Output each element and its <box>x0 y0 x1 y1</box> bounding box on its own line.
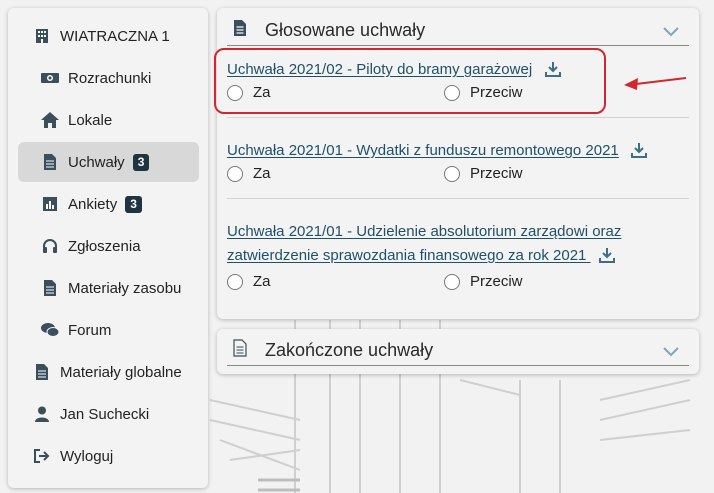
vote-no-radio[interactable] <box>444 273 460 290</box>
resolution-item: Uchwała 2021/01 - Wydatki z funduszu rem… <box>227 139 689 189</box>
divider <box>227 198 689 199</box>
vote-yes-label: Za <box>253 273 271 290</box>
resolution-title-line1: Uchwała 2021/01 - Udzielenie absolutoriu… <box>227 223 622 240</box>
chevron-down-icon[interactable] <box>663 344 679 362</box>
headset-icon <box>40 236 60 256</box>
sidebar-item-label: Forum <box>68 321 112 339</box>
vote-no-radio[interactable] <box>444 165 460 182</box>
download-icon[interactable] <box>631 142 648 163</box>
vote-no-option[interactable]: Przeciw <box>444 273 523 290</box>
resolution-item: Uchwała 2021/02 - Piloty do bramy garażo… <box>227 58 689 108</box>
vote-yes-radio[interactable] <box>227 273 243 290</box>
sidebar-item-zgloszenia[interactable]: Zgłoszenia <box>18 226 199 266</box>
document-icon <box>40 278 60 298</box>
document-icon <box>32 362 52 382</box>
vote-no-label: Przeciw <box>470 84 523 101</box>
chevron-down-icon[interactable] <box>663 24 679 42</box>
bar-chart-icon <box>40 194 60 214</box>
sidebar-item-building[interactable]: WIATRACZNA 1 <box>18 16 199 56</box>
vote-yes-option[interactable]: Za <box>227 273 271 290</box>
voted-resolutions-panel: Głosowane uchwały Uchwała 2021/02 - Pilo… <box>217 8 699 319</box>
annotation-arrow-icon <box>624 77 687 90</box>
vote-yes-label: Za <box>253 165 271 182</box>
sidebar-item-label: Uchwały <box>68 153 125 171</box>
download-icon[interactable] <box>544 61 561 82</box>
vote-no-label: Przeciw <box>470 273 523 290</box>
panel-header[interactable]: Zakończone uchwały <box>227 336 689 366</box>
sidebar: WIATRACZNA 1 Rozrachunki Lokale Uchwały … <box>8 8 208 488</box>
money-icon <box>40 68 60 88</box>
sidebar-item-uchwaly[interactable]: Uchwały 3 <box>18 142 199 182</box>
vote-no-label: Przeciw <box>470 165 523 182</box>
vote-yes-option[interactable]: Za <box>227 84 271 101</box>
resolution-link[interactable]: Uchwała 2021/01 - Udzielenie absolutoriu… <box>227 220 689 271</box>
sidebar-item-label: Rozrachunki <box>68 69 152 87</box>
sidebar-item-materialy-zasobu[interactable]: Materiały zasobu <box>18 268 199 308</box>
panel-header[interactable]: Głosowane uchwały <box>227 16 689 46</box>
vote-no-option[interactable]: Przeciw <box>444 165 523 182</box>
vote-no-option[interactable]: Przeciw <box>444 84 523 101</box>
resolution-item: Uchwała 2021/01 - Udzielenie absolutoriu… <box>227 220 689 297</box>
vote-no-radio[interactable] <box>444 84 460 101</box>
sidebar-item-lokale[interactable]: Lokale <box>18 100 199 140</box>
building-icon <box>32 26 52 46</box>
sidebar-item-user[interactable]: Jan Suchecki <box>18 394 199 434</box>
document-outline-icon <box>233 19 255 43</box>
count-badge: 3 <box>132 153 150 171</box>
sidebar-item-label: Ankiety <box>68 195 118 213</box>
sidebar-item-label: Materiały zasobu <box>68 279 182 297</box>
panel-title: Zakończone uchwały <box>265 340 434 360</box>
sidebar-item-label: Materiały globalne <box>60 363 182 381</box>
sidebar-item-label: Jan Suchecki <box>60 405 150 423</box>
home-icon <box>40 110 60 130</box>
sidebar-item-logout[interactable]: Wyloguj <box>18 436 199 476</box>
sidebar-item-rozrachunki[interactable]: Rozrachunki <box>18 58 199 98</box>
vote-yes-radio[interactable] <box>227 84 243 101</box>
vote-yes-radio[interactable] <box>227 165 243 182</box>
resolution-title-line2: zatwierdzenie sprawozdania finansowego z… <box>227 247 587 264</box>
sidebar-item-label: Zgłoszenia <box>68 237 141 255</box>
sidebar-item-label: Wyloguj <box>60 447 114 465</box>
user-icon <box>32 404 52 424</box>
vote-yes-label: Za <box>253 84 271 101</box>
resolution-link[interactable]: Uchwała 2021/01 - Wydatki z funduszu rem… <box>227 142 619 159</box>
sidebar-item-label: WIATRACZNA 1 <box>60 27 170 45</box>
divider <box>227 117 689 118</box>
sidebar-item-forum[interactable]: Forum <box>18 310 199 350</box>
download-icon[interactable] <box>598 247 615 271</box>
sidebar-item-label: Lokale <box>68 111 113 129</box>
logout-icon <box>32 446 52 466</box>
document-outline-icon <box>233 338 255 363</box>
chat-icon <box>40 320 60 340</box>
sidebar-item-materialy-globalne[interactable]: Materiały globalne <box>18 352 199 392</box>
resolution-link[interactable]: Uchwała 2021/02 - Piloty do bramy garażo… <box>227 61 532 78</box>
panel-title: Głosowane uchwały <box>265 20 426 40</box>
finished-resolutions-panel: Zakończone uchwały <box>217 329 699 374</box>
vote-yes-option[interactable]: Za <box>227 165 271 182</box>
document-icon <box>40 152 60 172</box>
sidebar-item-ankiety[interactable]: Ankiety 3 <box>18 184 199 224</box>
count-badge: 3 <box>125 195 142 213</box>
